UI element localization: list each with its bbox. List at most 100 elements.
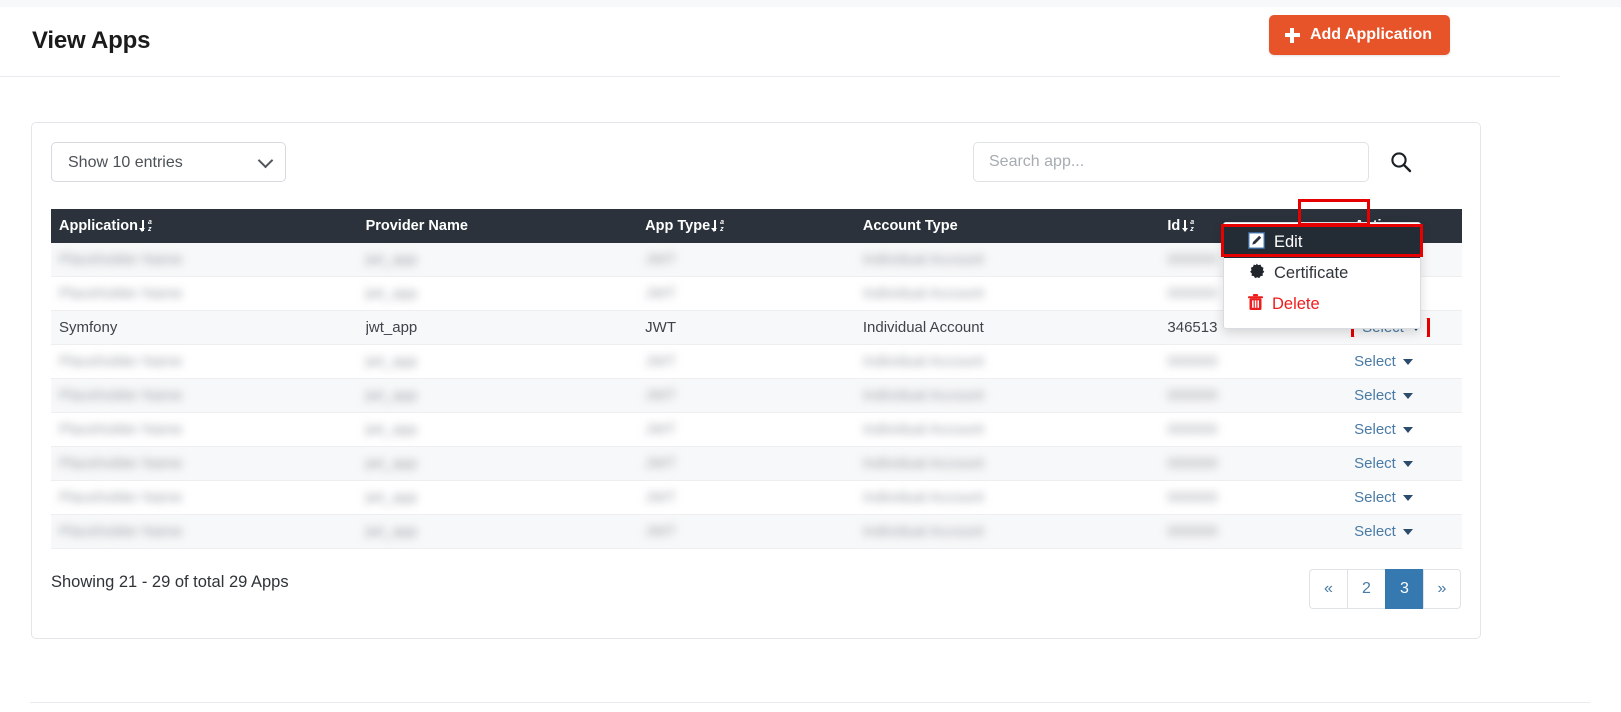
- action-select-label: Select: [1354, 523, 1396, 540]
- cell-action: Select: [1347, 353, 1462, 370]
- cell-account-type: Individual Account: [862, 523, 984, 540]
- cell-app-type: JWT: [645, 421, 676, 438]
- dropdown-item-edit[interactable]: Edit: [1224, 227, 1420, 258]
- action-select-label: Select: [1354, 489, 1396, 506]
- pagination-page-3[interactable]: 3: [1385, 569, 1423, 609]
- action-select-dropdown-toggle[interactable]: Select: [1354, 523, 1413, 540]
- trash-icon: [1248, 293, 1263, 316]
- cell-provider-name: jwt_app: [365, 489, 418, 506]
- caret-down-icon: [1402, 460, 1413, 467]
- action-select-label: Select: [1354, 455, 1396, 472]
- sort-az-icon[interactable]: az: [1182, 219, 1198, 234]
- certificate-badge-icon: [1248, 263, 1265, 285]
- pagination: «2 3»: [1309, 569, 1461, 609]
- cell-account-type: Individual Account: [862, 353, 984, 370]
- table-row: Placeholder Name jwt_app JWT Individual Acc…: [51, 379, 1462, 413]
- page-header: View Apps Add Application: [0, 7, 1560, 77]
- entries-per-page-select[interactable]: Show 10 entries: [51, 142, 286, 182]
- action-select-label: Select: [1354, 353, 1396, 370]
- cell-application: Placeholder Name: [59, 421, 183, 438]
- cell-action: Select: [1347, 455, 1462, 472]
- cell-application: Placeholder Name: [59, 523, 183, 540]
- cell-provider-name: jwt_app: [365, 455, 418, 472]
- cell-application: Placeholder Name: [59, 285, 183, 302]
- search-input[interactable]: [973, 142, 1369, 182]
- column-label: Account Type: [862, 218, 958, 234]
- cell-id: 000000: [1167, 489, 1218, 506]
- column-header-application[interactable]: Application az: [51, 218, 366, 234]
- cell-action: Select: [1347, 489, 1462, 506]
- dropdown-item-certificate[interactable]: Certificate: [1224, 258, 1420, 289]
- column-header-app-type[interactable]: App Type az: [645, 218, 863, 234]
- cell-account-type: Individual Account: [862, 421, 984, 438]
- cell-app-type: JWT: [645, 489, 676, 506]
- dropdown-item-label: Certificate: [1274, 264, 1349, 282]
- dropdown-item-delete[interactable]: Delete: [1224, 289, 1420, 320]
- sort-az-icon[interactable]: az: [711, 219, 728, 234]
- table-row: Placeholder Name jwt_app JWT Individual Acc…: [51, 447, 1462, 481]
- action-select-dropdown-toggle[interactable]: Select: [1354, 489, 1413, 506]
- cell-provider-name: jwt_app: [365, 421, 418, 438]
- search-icon[interactable]: [1390, 151, 1412, 173]
- table-controls: Show 10 entries: [32, 123, 1480, 203]
- sort-az-icon[interactable]: az: [139, 219, 156, 234]
- showing-entries-text: Showing 21 - 29 of total 29 Apps: [51, 573, 289, 591]
- page-title: View Apps: [32, 27, 151, 54]
- cell-action: Select: [1347, 387, 1462, 404]
- cell-id: 000000: [1167, 455, 1218, 472]
- column-label: App Type: [645, 218, 711, 234]
- cell-account-type: Individual Account: [862, 489, 984, 506]
- cell-account-type: Individual Account: [862, 285, 984, 302]
- caret-down-icon: [1402, 494, 1413, 501]
- pagination-prev[interactable]: «: [1309, 569, 1347, 609]
- table-footer: Showing 21 - 29 of total 29 Apps «2 3»: [32, 555, 1480, 640]
- cell-provider-name: jwt_app: [365, 523, 418, 540]
- table-row: Placeholder Name jwt_app JWT Individual Acc…: [51, 345, 1462, 379]
- cell-application: Placeholder Name: [59, 251, 183, 268]
- cell-id: 000000: [1167, 353, 1218, 370]
- add-application-label: Add Application: [1309, 26, 1432, 43]
- caret-down-icon: [1402, 358, 1413, 365]
- column-label: Id: [1167, 218, 1181, 234]
- top-strip: [0, 0, 1621, 7]
- cell-id: 000000: [1167, 421, 1218, 438]
- cell-account-type: Individual Account: [862, 455, 984, 472]
- pencil-icon: [1248, 231, 1265, 254]
- table-row: Placeholder Name jwt_app JWT Individual Acc…: [51, 413, 1462, 447]
- cell-provider-name: jwt_app: [365, 353, 418, 370]
- cell-account-type: Individual Account: [862, 387, 984, 404]
- cell-application: Placeholder Name: [59, 489, 183, 506]
- cell-provider-name: jwt_app: [365, 319, 418, 336]
- action-select-dropdown-toggle[interactable]: Select: [1354, 421, 1413, 438]
- column-label: Provider Name: [365, 218, 468, 234]
- cell-app-type: JWT: [645, 523, 676, 540]
- caret-down-icon: [1402, 528, 1413, 535]
- column-header-account-type: Account Type: [863, 218, 1168, 234]
- table-row: Placeholder Name jwt_app JWT Individual Acc…: [51, 515, 1462, 549]
- table-row: Placeholder Name jwt_app JWT Individual Acc…: [51, 481, 1462, 515]
- cell-app-type: JWT: [645, 455, 676, 472]
- action-select-label: Select: [1354, 387, 1396, 404]
- cell-application: Symfony: [59, 319, 118, 336]
- action-select-dropdown-toggle[interactable]: Select: [1354, 455, 1413, 472]
- cell-id: 000000: [1167, 387, 1218, 404]
- cell-account-type: Individual Account: [862, 319, 984, 336]
- column-label: Application: [59, 218, 138, 234]
- cell-provider-name: jwt_app: [365, 251, 418, 268]
- pagination-next[interactable]: »: [1423, 569, 1461, 609]
- cell-provider-name: jwt_app: [365, 285, 418, 302]
- action-select-dropdown-toggle[interactable]: Select: [1354, 353, 1413, 370]
- add-application-button[interactable]: Add Application: [1268, 15, 1450, 55]
- action-dropdown-menu[interactable]: Edit Certificate Delete: [1223, 222, 1421, 329]
- dropdown-item-label: Edit: [1274, 233, 1303, 251]
- cell-app-type: JWT: [645, 353, 676, 370]
- cell-id: 000000: [1167, 523, 1218, 540]
- pagination-page-2[interactable]: 2: [1347, 569, 1385, 609]
- dropdown-item-label: Delete: [1272, 295, 1320, 313]
- bottom-divider: [30, 702, 1590, 703]
- cell-application: Placeholder Name: [59, 455, 183, 472]
- action-select-dropdown-toggle[interactable]: Select: [1354, 387, 1413, 404]
- cell-action: Select: [1347, 523, 1462, 540]
- cell-app-type: JWT: [645, 251, 676, 268]
- cell-application: Placeholder Name: [59, 387, 183, 404]
